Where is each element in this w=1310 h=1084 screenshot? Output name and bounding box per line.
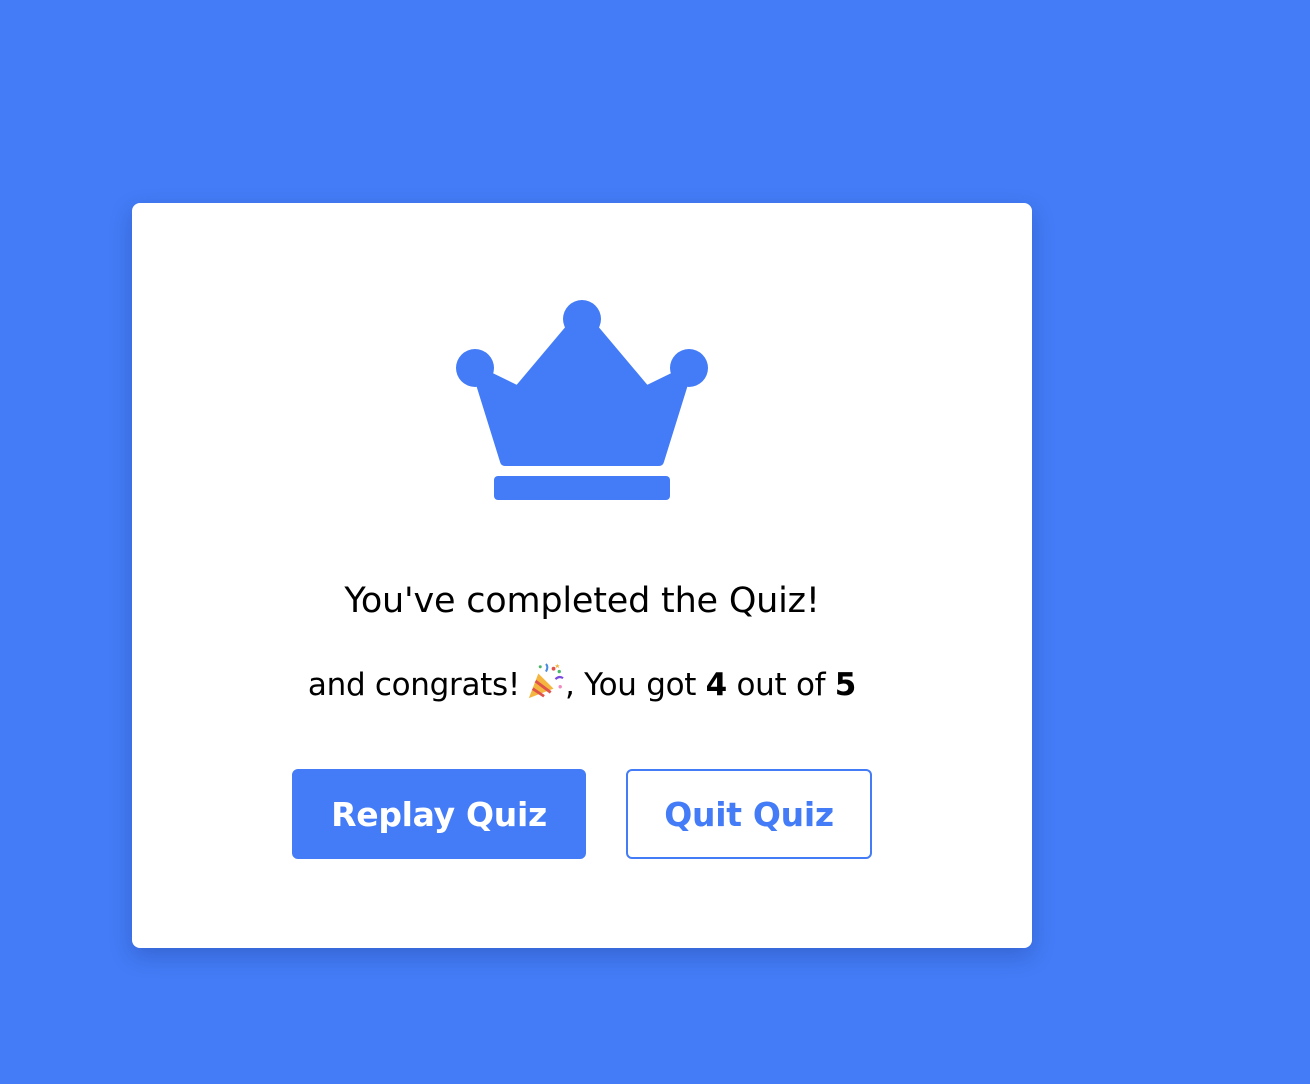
party-popper-icon [528, 663, 564, 699]
score-message: and congrats! , You got 4 out of 5 [132, 663, 1032, 703]
score-of-text: out of [736, 667, 826, 703]
score-value: 4 [705, 667, 728, 703]
result-box: You've completed the Quiz! and congrats!… [132, 203, 1032, 948]
congrats-text: and congrats! [307, 667, 521, 703]
score-mid-text: , You got [565, 667, 697, 703]
crown-icon [456, 300, 708, 500]
completion-message: You've completed the Quiz! [344, 581, 820, 621]
score-total: 5 [834, 667, 857, 703]
replay-quiz-button[interactable]: Replay Quiz [292, 769, 586, 859]
quit-quiz-button[interactable]: Quit Quiz [626, 769, 872, 859]
